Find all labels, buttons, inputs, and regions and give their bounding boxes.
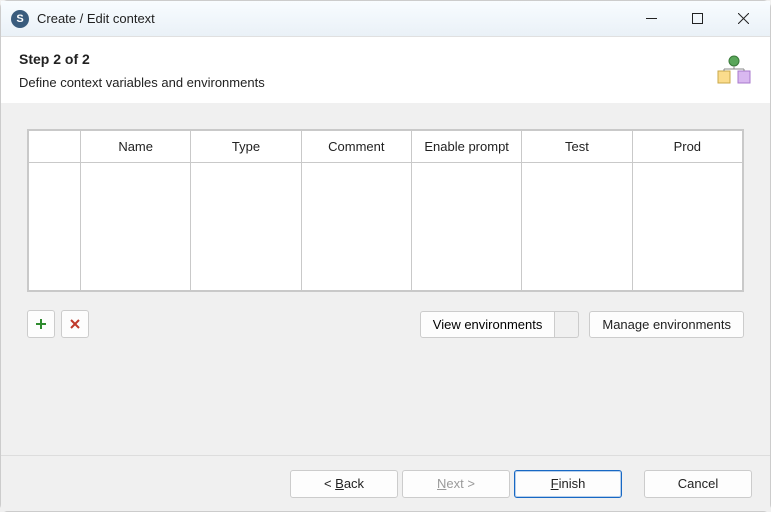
wizard-footer: < Back Next > Finish Cancel	[1, 455, 770, 511]
maximize-button[interactable]	[674, 1, 720, 36]
step-title: Step 2 of 2	[19, 51, 752, 67]
minimize-button[interactable]	[628, 1, 674, 36]
table-cell[interactable]	[191, 163, 301, 291]
finish-button[interactable]: Finish	[514, 470, 622, 498]
table-cell[interactable]	[81, 163, 191, 291]
app-icon: S	[11, 10, 29, 28]
table-header[interactable]: Comment	[301, 131, 411, 163]
table-header[interactable]: Prod	[632, 131, 742, 163]
table-header[interactable]: Test	[522, 131, 632, 163]
context-variables-table: Name Type Comment Enable prompt Test Pro…	[27, 129, 744, 292]
table-cell[interactable]	[29, 163, 81, 291]
add-button[interactable]	[27, 310, 55, 338]
window-controls	[628, 1, 766, 36]
table-header-row: Name Type Comment Enable prompt Test Pro…	[29, 131, 743, 163]
view-environments-dropdown[interactable]	[555, 311, 579, 338]
view-environments-label: View environments	[420, 311, 556, 338]
x-icon	[69, 318, 81, 330]
table-cell[interactable]	[411, 163, 521, 291]
plus-icon	[35, 318, 47, 330]
wizard-header: Step 2 of 2 Define context variables and…	[1, 37, 770, 107]
table-cell[interactable]	[301, 163, 411, 291]
table-header[interactable]: Name	[81, 131, 191, 163]
table-row	[29, 163, 743, 291]
context-icon	[716, 55, 752, 90]
close-button[interactable]	[720, 1, 766, 36]
next-button: Next >	[402, 470, 510, 498]
table-cell[interactable]	[522, 163, 632, 291]
cancel-button[interactable]: Cancel	[644, 470, 752, 498]
table-header[interactable]	[29, 131, 81, 163]
manage-environments-button[interactable]: Manage environments	[589, 311, 744, 338]
titlebar: S Create / Edit context	[1, 1, 770, 37]
table-cell[interactable]	[632, 163, 742, 291]
table-toolbar: View environments Manage environments	[27, 310, 744, 338]
step-description: Define context variables and environment…	[19, 75, 752, 90]
remove-button[interactable]	[61, 310, 89, 338]
table-header[interactable]: Type	[191, 131, 301, 163]
view-environments-button[interactable]: View environments	[420, 311, 580, 338]
table-header[interactable]: Enable prompt	[411, 131, 521, 163]
wizard-body: Name Type Comment Enable prompt Test Pro…	[1, 103, 770, 455]
window-title: Create / Edit context	[37, 11, 155, 26]
back-button[interactable]: < Back	[290, 470, 398, 498]
